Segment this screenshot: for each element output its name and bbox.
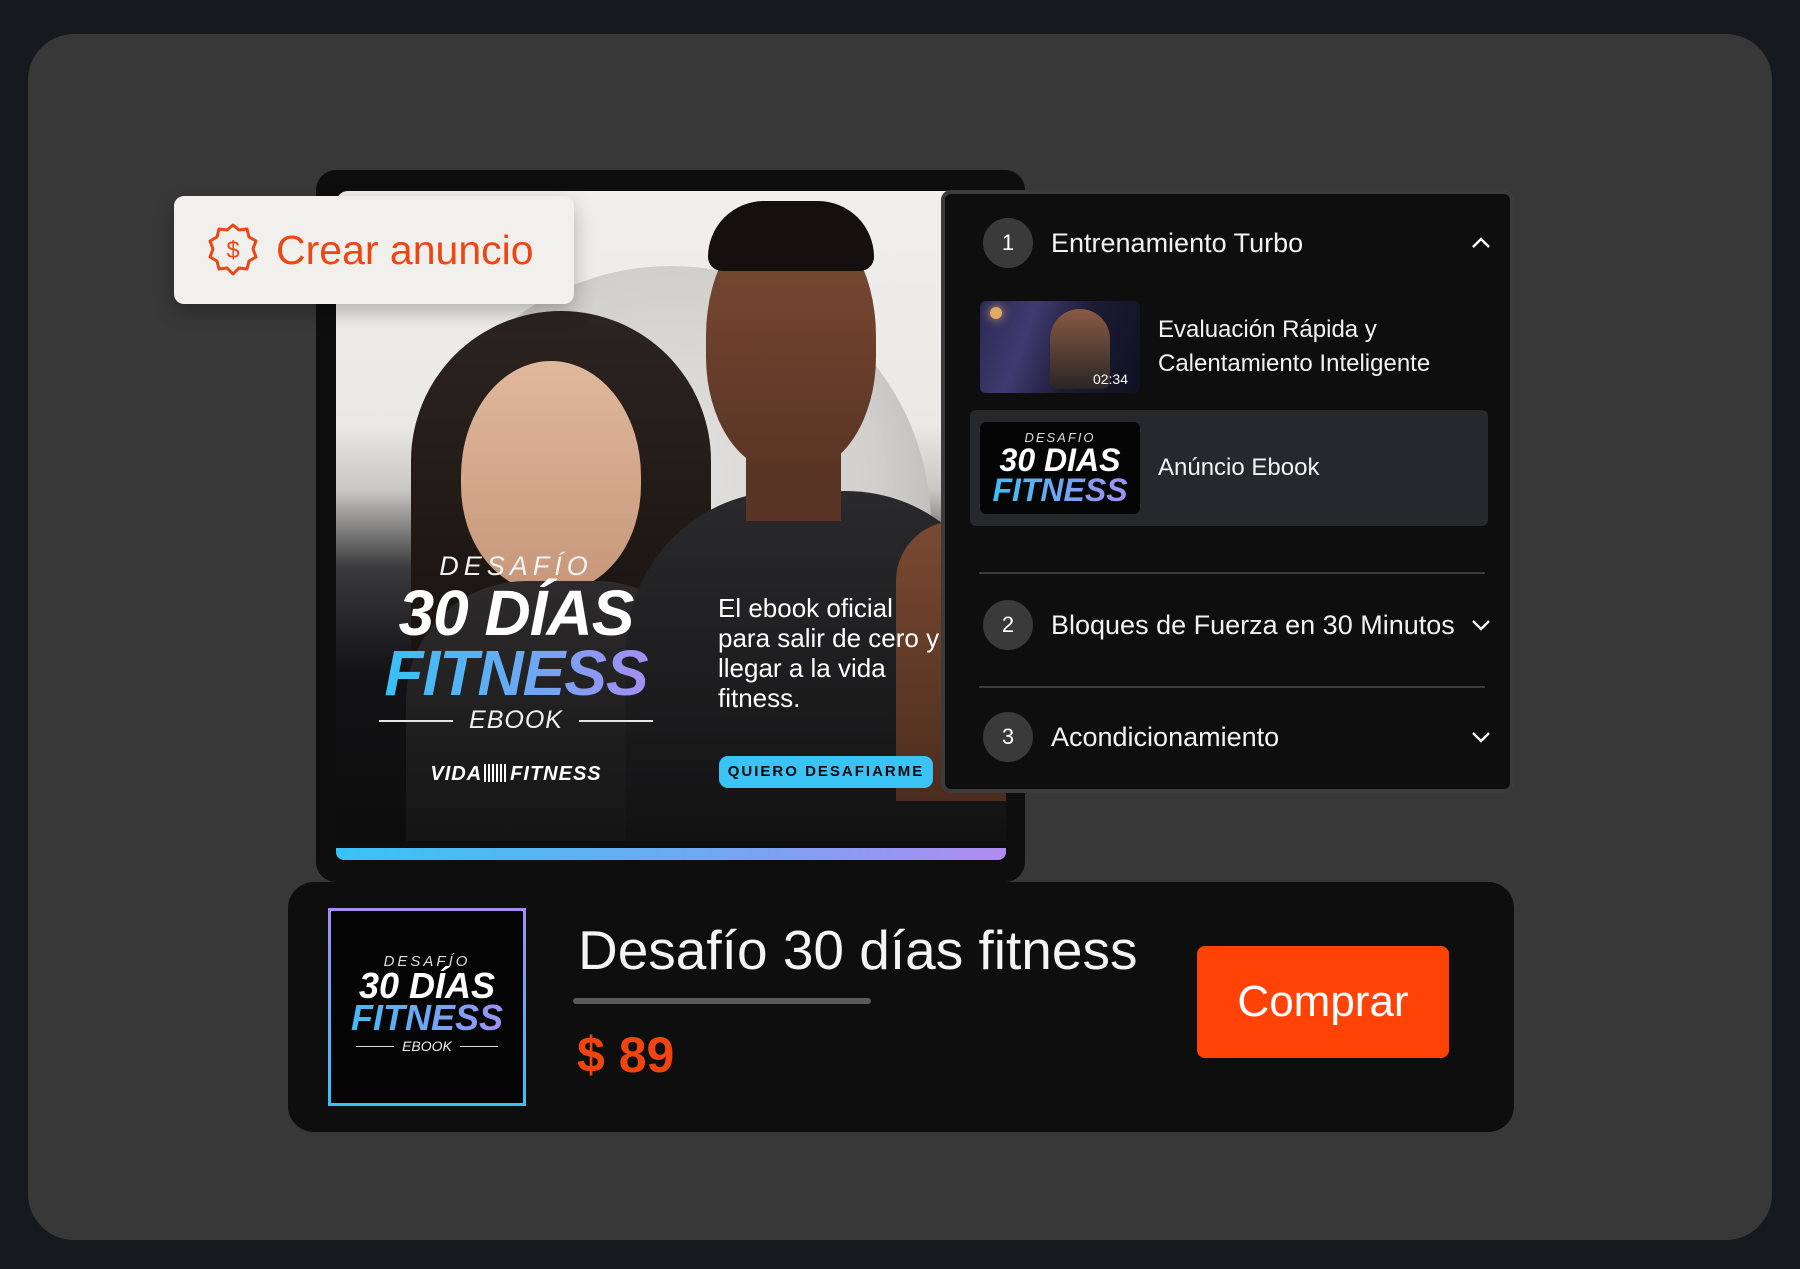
product-purchase-bar: DESAFÍO 30 DÍAS FITNESS EBOOK Desafío 30… [288, 882, 1514, 1132]
product-title: Desafío 30 días fitness [578, 919, 1138, 981]
product-price: $ 89 [577, 1027, 675, 1083]
module-title: Acondicionamiento [1051, 721, 1280, 752]
divider-line [459, 1045, 498, 1047]
ad-title-line2: FITNESS [376, 641, 656, 705]
lesson-title: Evaluación Rápida y Calentamiento Inteli… [1158, 316, 1431, 377]
ad-title-line1: 30 DÍAS [398, 577, 635, 649]
video-duration: 02:34 [1092, 371, 1128, 387]
lamp-light [990, 307, 1002, 319]
thumb-line3: FITNESS [980, 474, 1140, 506]
product-title-underline [573, 998, 871, 1004]
ad-title-block: DESAFÍO 30 DÍAS FITNESS EBOOK [376, 551, 656, 735]
chevron-up-icon[interactable] [1469, 231, 1493, 255]
ad-ebook-label: EBOOK [469, 706, 563, 734]
comprar-button[interactable]: Comprar [1197, 946, 1449, 1058]
lesson-item-2[interactable]: DESAFIO 30 DIAS FITNESS Anúncio Ebook [970, 410, 1488, 526]
brand-left: VIDA [430, 763, 483, 785]
module-number: 3 [983, 712, 1033, 762]
module-divider [979, 686, 1485, 688]
ad-cta-button[interactable]: QUIERO DESAFIARME [719, 756, 933, 788]
divider-line [356, 1045, 395, 1047]
divider-line [379, 719, 454, 722]
svg-text:$: $ [226, 237, 239, 264]
chevron-down-icon[interactable] [1469, 613, 1493, 637]
cover-ebook-row: EBOOK [331, 1038, 523, 1054]
module-number: 1 [983, 218, 1033, 268]
brand-right: FITNESS [510, 763, 602, 785]
thumb-line2: 30 DIAS [999, 442, 1121, 478]
module-divider [979, 572, 1485, 574]
divider-line [578, 719, 653, 722]
course-curriculum-panel: 1 Entrenamiento Turbo 02:34 Evaluación R… [941, 190, 1514, 793]
brand-bars-icon [484, 764, 509, 782]
crear-anuncio-button[interactable]: $ Crear anuncio [174, 196, 574, 304]
ad-copy-text: El ebook oficial para salir de cero y ll… [718, 593, 940, 713]
dollar-badge-icon: $ [208, 223, 258, 276]
lesson-title: Anúncio Ebook [1158, 454, 1320, 481]
module-title: Entrenamiento Turbo [1051, 227, 1304, 258]
module-row-2[interactable]: 2 Bloques de Fuerza en 30 Minutos [983, 598, 1493, 652]
product-cover-image: DESAFÍO 30 DÍAS FITNESS EBOOK [328, 908, 526, 1106]
cover-line3: FITNESS [331, 1000, 523, 1036]
lesson-ebook-thumbnail: DESAFIO 30 DIAS FITNESS [980, 422, 1140, 514]
lesson-item-1[interactable]: 02:34 Evaluación Rápida y Calentamiento … [970, 298, 1488, 396]
ad-progress-bar [336, 848, 1006, 860]
lesson-video-thumbnail: 02:34 [980, 301, 1140, 393]
module-title: Bloques de Fuerza en 30 Minutos [1051, 609, 1455, 640]
ad-ebook-row: EBOOK [376, 706, 656, 735]
module-row-1[interactable]: 1 Entrenamiento Turbo [983, 216, 1493, 270]
man-hair [708, 201, 874, 271]
ad-brand-logo: VIDA FITNESS [376, 763, 656, 786]
workspace-canvas: DESAFÍO 30 DÍAS FITNESS EBOOK VIDA FITNES… [28, 34, 1772, 1240]
module-number: 2 [983, 600, 1033, 650]
crear-anuncio-label: Crear anuncio [276, 226, 534, 273]
cover-line4: EBOOK [402, 1038, 452, 1054]
module-row-3[interactable]: 3 Acondicionamiento [983, 710, 1493, 764]
chevron-down-icon[interactable] [1469, 725, 1493, 749]
